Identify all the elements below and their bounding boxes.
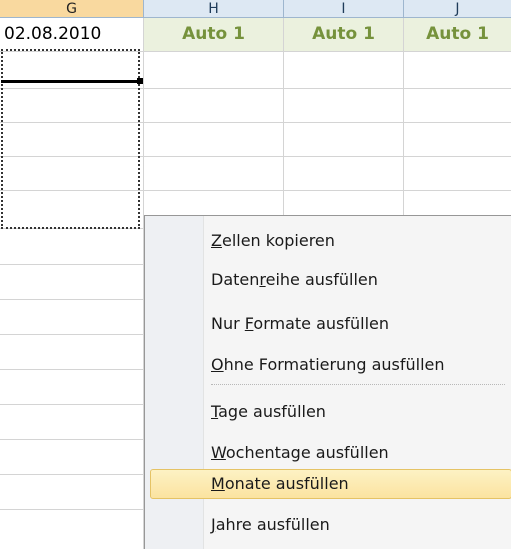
column-header-h[interactable]: H bbox=[144, 0, 284, 18]
menu-item-wochentage-ausfuellen[interactable]: Wochentage ausfüllen bbox=[211, 441, 389, 465]
menu-separator bbox=[211, 384, 505, 386]
menu-item-ohne-formatierung-ausfuellen[interactable]: Ohne Formatierung ausfüllen bbox=[211, 353, 445, 377]
menu-item-jahre-ausfuellen[interactable]: Jahre ausfüllen bbox=[211, 513, 330, 537]
autofill-options-menu: Zellen kopieren Datenreihe ausfüllen Nur… bbox=[144, 215, 511, 549]
menu-item-text: Daten bbox=[211, 270, 260, 289]
menu-item-tage-ausfuellen[interactable]: Tage ausfüllen bbox=[211, 400, 326, 424]
menu-item-text: age ausfüllen bbox=[218, 402, 326, 421]
menu-item-text: ahre ausfüllen bbox=[215, 515, 330, 534]
cell-h1[interactable]: Auto 1 bbox=[144, 18, 283, 51]
menu-item-nur-formate-ausfuellen[interactable]: Nur Formate ausfüllen bbox=[211, 312, 389, 336]
column-header-g[interactable]: G bbox=[0, 0, 144, 18]
menu-item-text: ellen kopieren bbox=[221, 231, 335, 250]
fill-handle[interactable] bbox=[137, 78, 143, 84]
cell-i1[interactable]: Auto 1 bbox=[284, 18, 403, 51]
menu-item-text: ormate ausfüllen bbox=[253, 314, 390, 333]
menu-item-text: onate ausfüllen bbox=[224, 474, 349, 493]
menu-item-datenreihe-ausfuellen[interactable]: Datenreihe ausfüllen bbox=[211, 268, 378, 292]
column-header-j[interactable]: J bbox=[404, 0, 511, 18]
active-cell-border bbox=[1, 80, 140, 83]
menu-item-text: hne Formatierung ausfüllen bbox=[223, 355, 445, 374]
menu-item-zellen-kopieren[interactable]: Zellen kopieren bbox=[211, 229, 335, 253]
cell-g1-date[interactable]: 02.08.2010 bbox=[0, 18, 143, 51]
menu-item-text: eihe ausfüllen bbox=[265, 270, 378, 289]
cell-j1[interactable]: Auto 1 bbox=[404, 18, 511, 51]
column-header-i[interactable]: I bbox=[284, 0, 404, 18]
column-header-row: G H I J bbox=[0, 0, 511, 18]
menu-item-accesskey: O bbox=[211, 355, 224, 374]
menu-icon-gutter bbox=[145, 216, 203, 549]
menu-item-accesskey: M bbox=[211, 474, 225, 493]
menu-item-text: ochentage ausfüllen bbox=[225, 443, 389, 462]
menu-item-accesskey: W bbox=[211, 443, 226, 462]
menu-item-text: Nur bbox=[211, 314, 245, 333]
menu-item-monate-ausfuellen[interactable]: Monate ausfüllen bbox=[211, 472, 349, 496]
menu-item-accesskey: Z bbox=[211, 231, 222, 250]
selection-marquee bbox=[1, 49, 140, 229]
menu-gutter-divider bbox=[203, 216, 204, 549]
